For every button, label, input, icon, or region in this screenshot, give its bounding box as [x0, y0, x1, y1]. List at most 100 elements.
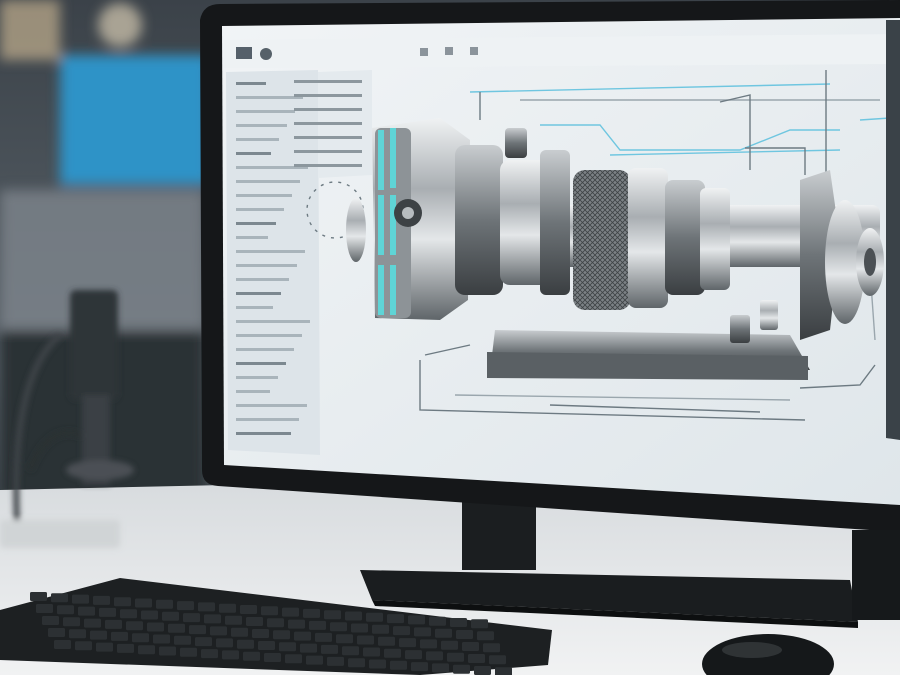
keyboard-key: [399, 638, 416, 648]
keyboard-key: [450, 618, 467, 627]
keyboard-key: [99, 607, 116, 617]
keyboard-key: [405, 650, 422, 660]
keyboard-key: [180, 647, 197, 657]
keyboard-key: [456, 630, 473, 639]
keyboard-key: [300, 643, 317, 653]
keyboard-key: [288, 619, 305, 629]
keyboard-key: [189, 625, 206, 635]
panel-row: [236, 432, 291, 435]
keyboard-key: [441, 640, 458, 650]
keyboard-key: [54, 640, 71, 649]
keyboard-key: [219, 603, 236, 613]
panel-row: [236, 418, 299, 421]
keyboard-key: [369, 659, 386, 669]
keyboard-key: [48, 628, 65, 637]
keyboard-key: [90, 630, 107, 640]
keyboard-key: [489, 655, 506, 665]
panel-row: [236, 180, 300, 183]
keyboard-key: [477, 631, 494, 641]
keyboard-key: [471, 619, 488, 629]
tool-icon: [470, 47, 478, 55]
panel-row: [294, 108, 362, 111]
keyboard-key: [114, 597, 131, 607]
keyboard-key: [267, 618, 284, 628]
photo-scene: [0, 0, 900, 675]
keyboard-key: [78, 606, 95, 616]
keyboard-key: [159, 646, 176, 656]
keyboard-key: [345, 611, 362, 621]
keyboard-key: [231, 627, 248, 637]
keyboard-key: [264, 653, 281, 662]
panel-row: [294, 136, 362, 139]
keyboard-key: [168, 623, 185, 633]
panel-row: [236, 404, 307, 407]
keyboard-key: [216, 638, 233, 648]
keyboard-key: [153, 634, 170, 644]
panel-row: [236, 334, 302, 337]
panel-row: [236, 138, 279, 141]
keyboard-key: [321, 644, 338, 654]
keyboard-key: [303, 608, 320, 618]
keyboard-key: [258, 641, 275, 650]
keyboard-key: [426, 651, 443, 661]
keyboard-key: [420, 639, 437, 649]
keyboard-key: [156, 599, 173, 609]
keyboard-key: [210, 626, 227, 636]
keyboard-key: [72, 594, 89, 604]
keyboard-key: [195, 637, 212, 647]
panel-row: [236, 124, 287, 127]
keyboard-key: [105, 619, 122, 629]
keyboard-key: [84, 618, 101, 628]
keyboard-key: [261, 606, 278, 616]
keyboard-key: [453, 664, 470, 674]
keyboard-key: [174, 635, 191, 645]
keyboard-key: [414, 627, 431, 637]
keyboard-key: [75, 641, 92, 651]
keyboard-key: [330, 622, 347, 632]
keyboard-key: [240, 605, 257, 614]
keyboard-key: [246, 617, 263, 626]
keyboard-key: [201, 649, 218, 659]
keyboard-key: [51, 593, 68, 603]
tool-icon: [420, 48, 428, 56]
keyboard-key: [447, 652, 464, 662]
panel-row: [236, 292, 281, 295]
keyboard-key: [429, 616, 446, 626]
panel-row: [236, 250, 305, 253]
keyboard-key: [411, 662, 428, 672]
panel-row: [236, 376, 278, 379]
panel-row: [294, 150, 362, 153]
panel-row: [294, 94, 362, 97]
keyboard-key: [324, 610, 341, 620]
keyboard-key: [336, 634, 353, 644]
keyboard-key: [393, 626, 410, 636]
panel-row: [236, 110, 295, 113]
keyboard-key: [387, 614, 404, 624]
panel-row: [236, 236, 268, 239]
panel-row: [236, 264, 297, 267]
keyboard-key: [285, 654, 302, 664]
keyboard-key: [378, 636, 395, 646]
panel-row: [294, 122, 362, 125]
panel-row: [294, 80, 362, 83]
keyboard-key: [348, 658, 365, 668]
keyboard-key: [408, 615, 425, 625]
keyboard-key: [237, 639, 254, 649]
keyboard-key: [384, 648, 401, 658]
keyboard-key: [372, 624, 389, 634]
keyboard-key: [243, 651, 260, 661]
keyboard-key: [366, 612, 383, 622]
keyboard-key: [111, 631, 128, 641]
keyboard-key: [141, 610, 158, 620]
keyboard-key: [273, 630, 290, 640]
keyboard-key: [69, 629, 86, 639]
keyboard-key: [306, 655, 323, 665]
keyboard-key: [294, 631, 311, 641]
keyboard-key: [351, 623, 368, 633]
panel-row: [236, 320, 310, 323]
keyboard-key: [204, 614, 221, 624]
keyboard-key: [93, 595, 110, 605]
keyboard-key: [36, 604, 53, 613]
panel-row: [236, 390, 270, 393]
keyboard-key: [225, 615, 242, 625]
